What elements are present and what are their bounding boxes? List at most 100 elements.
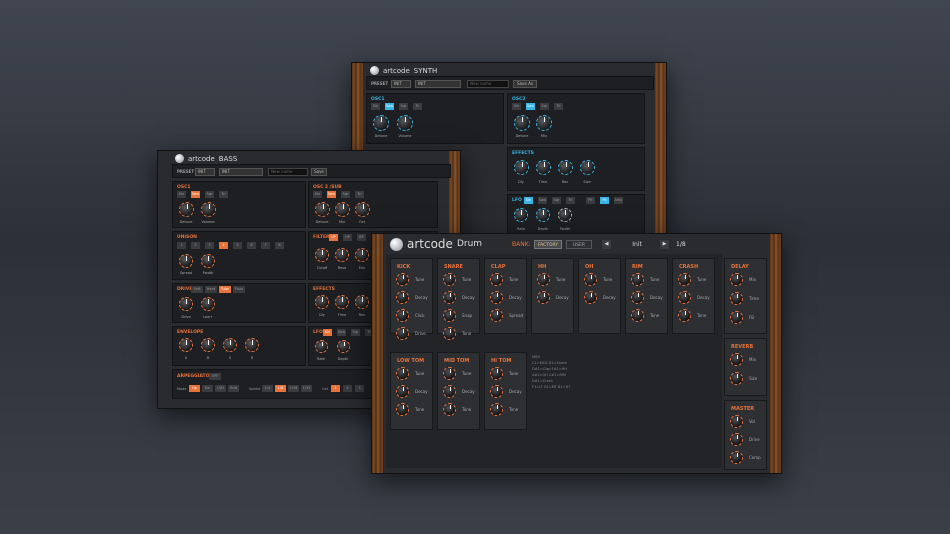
wave-saw[interactable]: Saw	[327, 191, 336, 198]
drive-soft[interactable]: Soft	[191, 286, 203, 293]
lfo-wave-saw[interactable]: Saw	[538, 197, 547, 204]
hi-tom-tone-knob[interactable]	[490, 403, 503, 416]
snare-tune-knob[interactable]	[443, 273, 456, 286]
snare-tone-knob[interactable]	[443, 327, 456, 340]
reso-knob[interactable]	[335, 248, 349, 262]
decay-knob[interactable]	[201, 338, 215, 352]
clap-decay-knob[interactable]	[490, 291, 503, 304]
size-knob[interactable]	[580, 160, 595, 175]
delay-mix-knob[interactable]	[730, 273, 743, 286]
lfo-wave-sin[interactable]: Sin	[323, 329, 332, 336]
pwdth-knob[interactable]	[201, 254, 215, 268]
wave-saw[interactable]: Saw	[385, 103, 394, 110]
unison-4[interactable]: 4	[219, 242, 228, 249]
pwidth-knob[interactable]	[558, 208, 572, 222]
unison-1[interactable]: 1	[177, 242, 186, 249]
speed-1-16[interactable]: 1/16	[288, 385, 299, 392]
reverb-size-knob[interactable]	[730, 372, 743, 385]
mode-random[interactable]: Rnd	[228, 385, 239, 392]
lfo-wave-sin[interactable]: Sin	[524, 197, 533, 204]
oct-2[interactable]: 2	[343, 385, 352, 392]
clap-spread-knob[interactable]	[490, 309, 503, 322]
lfo-target-filter[interactable]: Flt	[600, 197, 609, 204]
unison-5[interactable]: 5	[233, 242, 242, 249]
rim-tone-knob[interactable]	[631, 309, 644, 322]
volume-knob[interactable]	[201, 202, 216, 217]
bank-select[interactable]: INIT	[195, 168, 215, 176]
master-comp-knob[interactable]	[730, 451, 743, 464]
wave-sqr[interactable]: Sqr	[540, 103, 549, 110]
master-vol-knob[interactable]	[730, 415, 743, 428]
mode-up[interactable]: Up	[189, 385, 200, 392]
lfo-target-pitch[interactable]: Pit	[586, 197, 595, 204]
mix-knob[interactable]	[536, 115, 552, 131]
preset-select[interactable]: INIT	[219, 168, 263, 176]
wave-sin[interactable]: Sin	[371, 103, 380, 110]
mix-knob[interactable]	[335, 202, 350, 217]
kick-tune-knob[interactable]	[396, 273, 409, 286]
unison-6[interactable]: 6	[247, 242, 256, 249]
wave-tri[interactable]: Tri	[355, 191, 364, 198]
save-as-button[interactable]: Save As	[513, 80, 537, 88]
detune-knob[interactable]	[315, 202, 330, 217]
rim-tune-knob[interactable]	[631, 273, 644, 286]
filter-bp[interactable]: BP	[357, 234, 366, 241]
time-knob[interactable]	[536, 160, 551, 175]
lfo-wave-saw[interactable]: Saw	[337, 329, 346, 336]
crash-tune-knob[interactable]	[678, 273, 691, 286]
wave-sin[interactable]: Sin	[313, 191, 322, 198]
hh-tune-knob[interactable]	[537, 273, 550, 286]
mode-down[interactable]: Dn	[202, 385, 213, 392]
speed-1-8[interactable]: 1/8	[275, 385, 286, 392]
hi-tom-tune-knob[interactable]	[490, 367, 503, 380]
mid-tom-decay-knob[interactable]	[443, 385, 456, 398]
detune-knob[interactable]	[179, 202, 194, 217]
hi-tom-decay-knob[interactable]	[490, 385, 503, 398]
preset-select[interactable]: INIT	[415, 80, 461, 88]
depth-knob[interactable]	[536, 208, 550, 222]
time-knob[interactable]	[335, 295, 349, 309]
wave-sin[interactable]: Sin	[177, 191, 186, 198]
wave-sqr[interactable]: Sqr	[205, 191, 214, 198]
oct-1[interactable]: 1	[331, 385, 340, 392]
depth-knob[interactable]	[337, 340, 350, 353]
mid-tom-tone-knob[interactable]	[443, 403, 456, 416]
factory-bank-button[interactable]: FACTORY	[534, 240, 562, 249]
rate-knob[interactable]	[315, 340, 328, 353]
hh-decay-knob[interactable]	[537, 291, 550, 304]
preset-name-input[interactable]: New name	[467, 80, 509, 88]
speed-1-4[interactable]: 1/4	[262, 385, 273, 392]
clap-tune-knob[interactable]	[490, 273, 503, 286]
sustain-knob[interactable]	[223, 338, 237, 352]
wave-saw[interactable]: Saw	[191, 191, 200, 198]
wave-sqr[interactable]: Sqr	[341, 191, 350, 198]
lfo-wave-sqr[interactable]: Sqr	[351, 329, 360, 336]
user-bank-button[interactable]: USER	[566, 240, 592, 249]
unison-7[interactable]: 7	[261, 242, 270, 249]
low-tom-tune-knob[interactable]	[396, 367, 409, 380]
cutoff-knob[interactable]	[315, 248, 329, 262]
next-preset-icon[interactable]: ▶	[660, 240, 669, 249]
prev-preset-icon[interactable]: ◀	[602, 240, 611, 249]
filter-lp[interactable]: LP	[329, 234, 338, 241]
rate-knob[interactable]	[514, 208, 528, 222]
snare-snap-knob[interactable]	[443, 309, 456, 322]
unison-2[interactable]: 2	[191, 242, 200, 249]
kick-drive-knob[interactable]	[396, 327, 409, 340]
delay-fb-knob[interactable]	[730, 311, 743, 324]
lowcut-knob[interactable]	[201, 297, 215, 311]
wave-sqr[interactable]: Sqr	[399, 103, 408, 110]
unison-3[interactable]: 3	[205, 242, 214, 249]
attack-knob[interactable]	[179, 338, 193, 352]
drive-tube[interactable]: Tube	[219, 286, 231, 293]
low-tom-decay-knob[interactable]	[396, 385, 409, 398]
mid-tom-tune-knob[interactable]	[443, 367, 456, 380]
low-tom-tone-knob[interactable]	[396, 403, 409, 416]
mode-updown[interactable]: U/D	[215, 385, 226, 392]
env-knob[interactable]	[355, 248, 369, 262]
wave-tri[interactable]: Tri	[413, 103, 422, 110]
unison-8[interactable]: 8	[275, 242, 284, 249]
release-knob[interactable]	[245, 338, 259, 352]
kick-click-knob[interactable]	[396, 309, 409, 322]
rev-knob[interactable]	[558, 160, 573, 175]
